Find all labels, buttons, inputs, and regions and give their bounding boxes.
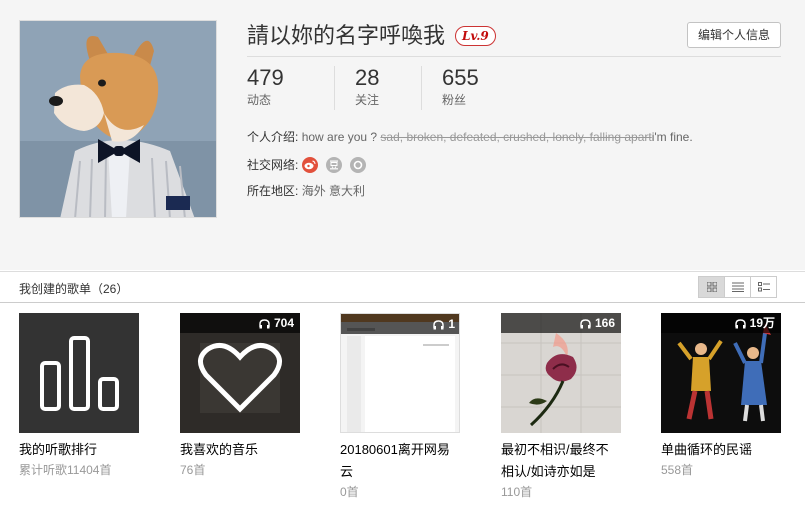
playlist-title[interactable]: 单曲循环的民谣	[661, 439, 781, 461]
playlist-cover[interactable]: 166	[501, 313, 621, 433]
other-social-icon[interactable]	[350, 157, 367, 173]
play-count: 166	[501, 313, 621, 333]
stat-following[interactable]: 28 关注	[334, 66, 421, 110]
intro-suffix: i'm fine.	[651, 130, 693, 144]
play-count-value: 704	[273, 316, 294, 330]
playlist-section-header: 我创建的歌单（26）	[0, 271, 805, 303]
grid-view-icon[interactable]	[698, 276, 725, 298]
intro-label: 个人介绍:	[247, 130, 299, 144]
playlist-title[interactable]: 我的听歌排行	[19, 439, 139, 461]
section-title: 我创建的歌单（26）	[19, 282, 129, 296]
stat-label: 粉丝	[442, 93, 467, 107]
play-count-value: 1	[448, 317, 455, 331]
play-count-value: 166	[594, 316, 615, 330]
region-label: 所在地区:	[247, 184, 299, 198]
stat-label: 关注	[355, 93, 380, 107]
region-value: 海外 意大利	[301, 184, 366, 198]
region: 所在地区: 海外 意大利	[247, 183, 365, 199]
edit-profile-button[interactable]: 编辑个人信息	[687, 22, 781, 48]
playlist-item[interactable]: 1 20180601离开网易云 0首	[340, 313, 460, 501]
divider	[247, 56, 781, 57]
playlist-item[interactable]: 166 最初不相识/最终不相认/如诗亦如是 110首	[501, 313, 621, 501]
user-name: 請以妳的名字呼喚我	[247, 23, 446, 48]
headphones-icon	[433, 316, 445, 336]
profile-header: 請以妳的名字呼喚我 Lv.9 编辑个人信息 479 动态 28 关注 655 粉…	[0, 0, 805, 270]
intro-strike: sad, broken, defeated, crushed, lonely, …	[380, 130, 652, 144]
playlist-title[interactable]: 我喜欢的音乐	[180, 439, 300, 461]
stat-number: 28	[355, 65, 380, 90]
play-count-value: 19万	[749, 316, 775, 330]
playlist-cover[interactable]	[19, 313, 139, 433]
playlist-cover[interactable]: 19万	[661, 313, 781, 433]
intro: 个人介绍: how are you ? sad, broken, defeate…	[247, 129, 693, 145]
level-badge: Lv.9	[455, 26, 496, 46]
playlist-subtitle: 110首	[501, 485, 533, 499]
avatar[interactable]	[19, 20, 217, 218]
weibo-icon[interactable]	[302, 157, 319, 173]
play-count: 1	[341, 314, 459, 336]
view-toggle	[698, 276, 777, 298]
avatar-image	[20, 21, 216, 217]
playlist-item[interactable]: 704 我喜欢的音乐 76首	[180, 313, 300, 479]
social-label: 社交网络:	[247, 158, 299, 172]
stat-events[interactable]: 479 动态	[247, 66, 334, 110]
playlist-subtitle: 累计听歌11404首	[19, 463, 112, 477]
playlist-subtitle: 76首	[180, 463, 206, 477]
stat-number: 655	[442, 65, 479, 90]
stats: 479 动态 28 关注 655 粉丝	[247, 66, 508, 110]
list-view-icon[interactable]	[724, 276, 751, 298]
stat-label: 动态	[247, 93, 272, 107]
play-count: 704	[180, 313, 300, 333]
stat-followers[interactable]: 655 粉丝	[421, 66, 508, 110]
name-row: 請以妳的名字呼喚我 Lv.9	[247, 22, 496, 50]
playlist-subtitle: 0首	[340, 485, 359, 499]
social-networks: 社交网络:	[247, 157, 374, 173]
ranking-bars-icon	[40, 336, 119, 411]
playlist-cover[interactable]: 704	[180, 313, 300, 433]
detail-view-icon[interactable]	[750, 276, 777, 298]
douban-icon[interactable]	[326, 157, 343, 173]
playlist-subtitle: 558首	[661, 463, 694, 477]
intro-prefix: how are you ?	[301, 130, 378, 144]
playlist-cover[interactable]: 1	[340, 313, 460, 433]
headphones-icon	[580, 315, 591, 335]
playlist-title[interactable]: 20180601离开网易云	[340, 439, 460, 483]
stat-number: 479	[247, 65, 284, 90]
headphones-icon	[734, 315, 746, 335]
playlist-item[interactable]: 我的听歌排行 累计听歌11404首	[19, 313, 139, 479]
play-count: 19万	[661, 313, 781, 333]
playlist-title[interactable]: 最初不相识/最终不相认/如诗亦如是	[501, 439, 621, 483]
playlist-item[interactable]: 19万 单曲循环的民谣 558首	[661, 313, 781, 479]
headphones-icon	[259, 315, 270, 335]
